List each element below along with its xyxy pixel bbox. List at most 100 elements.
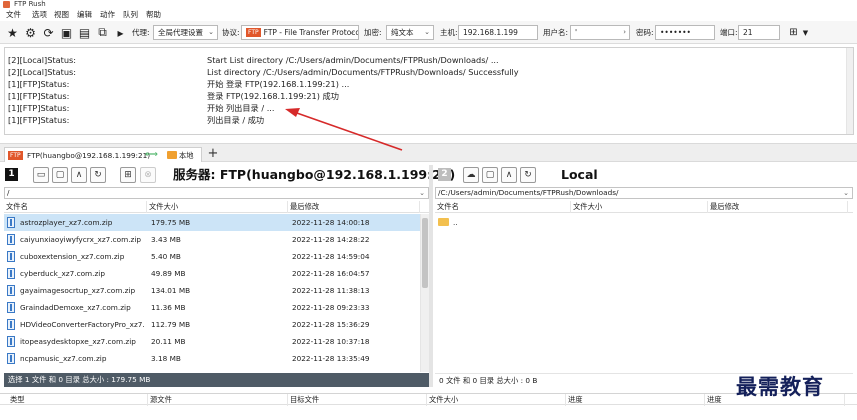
zip-file-icon — [7, 302, 15, 313]
file-row[interactable]: caiyunxiaoyiwyfycrx_xz7.com.zip 3.43 MB … — [4, 231, 420, 248]
port-input[interactable]: 21 — [738, 25, 780, 40]
menu-queue[interactable]: 队列 — [123, 9, 138, 21]
file-size: 179.75 MB — [151, 218, 191, 227]
left-pane-title: 服务器: FTP(huangbo@192.168.1.199:21) — [173, 167, 456, 182]
toolbar: ★ ⚙ ⟳ ▣ ▤ ⧉ ▸ 代理: 全局代理设置 ⌄ 协议: FTP FTP - … — [0, 21, 857, 44]
queue-column-type[interactable]: 类型 — [8, 394, 148, 406]
file-size: 20.11 MB — [151, 337, 186, 346]
file-name: cuboxextension_xz7.com.zip — [20, 252, 125, 261]
pane-number-badge: 1 — [5, 168, 18, 181]
connection-icon[interactable]: ⊞ — [120, 167, 136, 183]
column-filename[interactable]: 文件名 — [435, 201, 571, 213]
port-label: 端口: — [720, 28, 738, 37]
menu-options[interactable]: 选项 — [32, 9, 47, 21]
file-name: gayaimagesocrtup_xz7.com.zip — [20, 286, 136, 295]
column-filesize[interactable]: 文件大小 — [571, 201, 708, 213]
file-modified: 2022-11-28 14:00:18 — [292, 218, 370, 227]
file-modified: 2022-11-28 10:37:18 — [292, 337, 370, 346]
column-modified[interactable]: 最后修改 — [288, 201, 420, 213]
stop-icon[interactable]: ⊗ — [140, 167, 156, 183]
log-scrollbar[interactable] — [846, 48, 853, 134]
chevron-down-icon[interactable]: ▼ — [798, 25, 813, 40]
session-tab-bar: FTP FTP(huangbo@192.168.1.199:21) ⟺ 本地 + — [0, 143, 857, 162]
menu-view[interactable]: 视图 — [54, 9, 69, 21]
file-modified: 2022-11-28 14:28:22 — [292, 235, 370, 244]
add-tab-button[interactable]: + — [207, 146, 219, 161]
file-row[interactable]: cuboxextension_xz7.com.zip 5.40 MB 2022-… — [4, 248, 420, 265]
left-path-input[interactable]: / ⌄ — [4, 187, 429, 199]
queue-column-source[interactable]: 源文件 — [148, 394, 288, 406]
menu-edit[interactable]: 编辑 — [77, 9, 92, 21]
log-message: List directory /C:/Users/admin/Documents… — [207, 67, 519, 77]
monitor-icon[interactable]: ▭ — [33, 167, 49, 183]
queue-column-target[interactable]: 目标文件 — [288, 394, 427, 406]
file-row[interactable]: GraindadDemoxe_xz7.com.zip 11.36 MB 2022… — [4, 299, 420, 316]
zip-file-icon — [7, 319, 15, 330]
menu-bar: 文件 选项 视图 编辑 动作 队列 帮助 — [0, 9, 857, 21]
proxy-value: 全局代理设置 — [158, 28, 203, 37]
cloud-icon[interactable]: ☁ — [463, 167, 479, 183]
up-folder-icon[interactable]: ∧ — [71, 167, 87, 183]
file-row[interactable]: gayaimagesocrtup_xz7.com.zip 134.01 MB 2… — [4, 282, 420, 299]
tab-ftp-session[interactable]: FTP FTP(huangbo@192.168.1.199:21) ⟺ 本地 — [4, 147, 202, 162]
menu-help[interactable]: 帮助 — [146, 9, 161, 21]
queue-column-progress[interactable]: 进度 — [566, 394, 705, 406]
username-input[interactable]: ' › — [570, 25, 630, 40]
ftp-badge-icon: FTP — [246, 28, 261, 37]
disconnect-icon[interactable]: ▢ — [482, 167, 498, 183]
protocol-select[interactable]: FTP FTP - File Transfer Protoco ⌄ — [241, 25, 359, 40]
zip-file-icon — [7, 285, 15, 296]
log-message: 登录 FTP(192.168.1.199:21) 成功 — [207, 91, 339, 101]
right-path-input[interactable]: /C:/Users/admin/Documents/FTPRush/Downlo… — [435, 187, 853, 199]
file-size: 3.43 MB — [151, 235, 181, 244]
password-input[interactable]: ••••••• — [655, 25, 715, 40]
copy-document-icon[interactable]: ⧉ — [95, 25, 110, 40]
disconnect-icon[interactable]: ▢ — [52, 167, 68, 183]
settings-gear-icon[interactable]: ⚙ — [23, 25, 38, 40]
left-scrollbar-thumb[interactable] — [422, 218, 428, 288]
file-row[interactable]: astrozplayer_xz7.com.zip 179.75 MB 2022-… — [4, 214, 420, 231]
file-modified: 2022-11-28 13:35:49 — [292, 354, 370, 363]
username-label: 用户名: — [543, 28, 569, 37]
column-filesize[interactable]: 文件大小 — [147, 201, 288, 213]
file-name: .. — [453, 218, 458, 227]
refresh-icon[interactable]: ↻ — [90, 167, 106, 183]
title-bar: FTP Rush — [0, 0, 857, 9]
file-row[interactable]: itopeasydesktopxe_xz7.com.zip 20.11 MB 2… — [4, 333, 420, 350]
log-source: [2][Local]Status: — [8, 67, 77, 77]
file-name: GraindadDemoxe_xz7.com.zip — [20, 303, 131, 312]
tab-label: FTP(huangbo@192.168.1.199:21) — [27, 151, 151, 160]
watermark-logo: 最需教育 — [736, 374, 824, 399]
right-column-header: 文件名 文件大小 最后修改 — [435, 201, 853, 213]
terminal-icon[interactable]: ▸ — [113, 25, 128, 40]
menu-action[interactable]: 动作 — [100, 9, 115, 21]
zip-file-icon — [7, 217, 15, 228]
proxy-select[interactable]: 全局代理设置 ⌄ — [153, 25, 218, 40]
menu-file[interactable]: 文件 — [6, 9, 21, 21]
parent-folder-row[interactable]: .. — [435, 214, 853, 231]
file-row[interactable]: cyberduck_xz7.com.zip 49.89 MB 2022-11-2… — [4, 265, 420, 282]
left-file-list: astrozplayer_xz7.com.zip 179.75 MB 2022-… — [4, 214, 420, 372]
file-modified: 2022-11-28 16:04:57 — [292, 269, 370, 278]
host-input[interactable]: 192.168.1.199 — [458, 25, 538, 40]
log-document-icon[interactable]: ▤ — [77, 25, 92, 40]
refresh-icon[interactable]: ↻ — [520, 167, 536, 183]
up-folder-icon[interactable]: ∧ — [501, 167, 517, 183]
left-scrollbar[interactable] — [420, 214, 429, 372]
zip-file-icon — [7, 268, 15, 279]
protocol-value: FTP - File Transfer Protoco — [263, 28, 359, 37]
column-modified[interactable]: 最后修改 — [708, 201, 848, 213]
file-size: 5.40 MB — [151, 252, 181, 261]
encryption-value: 纯文本 — [391, 28, 414, 37]
column-filename[interactable]: 文件名 — [4, 201, 147, 213]
bookmark-star-icon[interactable]: ★ — [5, 25, 20, 40]
encryption-select[interactable]: 纯文本 ⌄ — [386, 25, 434, 40]
queue-column-size[interactable]: 文件大小 — [427, 394, 566, 406]
server-manager-icon[interactable]: ▣ — [59, 25, 74, 40]
zip-file-icon — [7, 336, 15, 347]
host-value: 192.168.1.199 — [463, 28, 518, 37]
pane-splitter[interactable] — [429, 165, 433, 387]
file-row[interactable]: ncpamusic_xz7.com.zip 3.18 MB 2022-11-28… — [4, 350, 420, 367]
reconnect-icon[interactable]: ⟳ — [41, 25, 56, 40]
file-row[interactable]: HDVideoConverterFactoryPro_xz7.c 112.79 … — [4, 316, 420, 333]
